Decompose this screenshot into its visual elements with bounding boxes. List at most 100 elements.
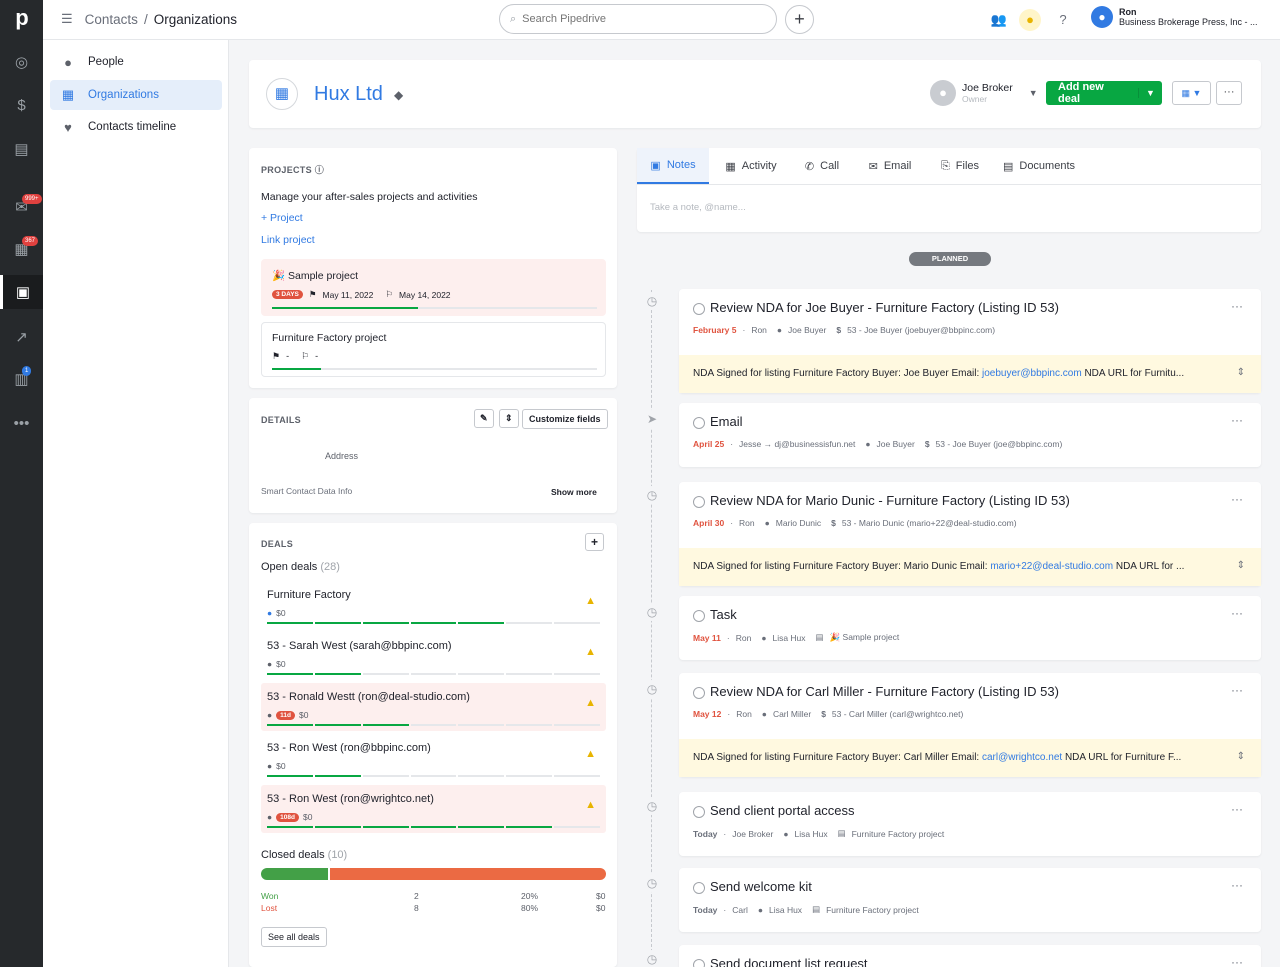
view-switch-button[interactable]: ▦ ▼ [1172,81,1211,105]
activity-card[interactable]: Send document list request ··· [679,945,1261,967]
complete-checkbox[interactable] [693,806,705,818]
user-menu[interactable]: ● Ron Business Brokerage Press, Inc - ..… [1091,6,1258,28]
activity-title[interactable]: Review NDA for Carl Miller - Furniture F… [710,684,1059,699]
deal-row[interactable]: 53 - Ronald Westt (ron@deal-studio.com) ●… [261,683,606,731]
see-all-deals-button[interactable]: See all deals [261,927,327,947]
activity-more-button[interactable]: ··· [1231,413,1243,427]
search-box[interactable]: ⌕ [499,4,777,34]
activity-card[interactable]: Review NDA for Carl Miller - Furniture F… [679,673,1261,777]
add-project-link[interactable]: + Project [261,212,303,224]
expand-icon[interactable]: ⇕ [1237,560,1245,571]
marketplace-icon[interactable]: ▥ 1 [0,362,43,396]
project-card[interactable]: 🎉 Sample project 3 DAYS ⚑ May 11, 2022 ⚐… [261,259,606,316]
note-email-link[interactable]: joebuyer@bbpinc.com [982,368,1082,379]
clipboard-icon[interactable]: ▤ [0,132,43,166]
activity-person[interactable]: Carl Miller [773,709,811,719]
focus-target-icon[interactable]: ◎ [0,45,43,79]
activity-more-button[interactable]: ··· [1231,955,1243,967]
activity-card[interactable]: Send client portal access Today · Joe Broke… [679,792,1261,856]
complete-checkbox[interactable] [693,610,705,622]
expand-icon[interactable]: ⇕ [1237,751,1245,762]
customize-fields-button[interactable]: Customize fields [522,409,608,429]
tab-documents[interactable]: ▤ Documents [994,148,1084,184]
search-input[interactable] [522,13,743,25]
activity-person[interactable]: Lisa Hux [769,905,802,915]
contacts-icon[interactable]: ▣ [0,275,43,309]
org-name[interactable]: Hux Ltd [314,83,383,106]
activity-title[interactable]: Review NDA for Mario Dunic - Furniture F… [710,493,1070,508]
info-icon[interactable]: ⓘ [315,165,324,175]
activity-more-button[interactable]: ··· [1231,492,1243,506]
activity-more-button[interactable]: ··· [1231,878,1243,892]
activity-deal[interactable]: 53 - Carl Miller (carl@wrightco.net) [832,709,963,719]
pipedrive-logo[interactable]: p [10,6,34,30]
note-input[interactable]: Take a note, @name... [650,202,746,213]
activity-person[interactable]: Lisa Hux [772,633,805,643]
add-new-deal-button[interactable]: Add new deal ▼ [1046,81,1162,105]
expand-icon[interactable]: ⇕ [1237,367,1245,378]
activity-card[interactable]: Review NDA for Mario Dunic - Furniture F… [679,482,1261,586]
project-card[interactable]: Furniture Factory project ⚑ - ⚐ - [261,322,606,377]
activity-title[interactable]: Task [710,607,737,622]
help-icon[interactable]: ? [1052,9,1074,31]
activity-title[interactable]: Send welcome kit [710,879,812,894]
activity-card[interactable]: Email April 25 · Jesse → dj@businessisfun.n… [679,403,1261,467]
tab-activity[interactable]: ▦ Activity [711,148,791,184]
tab-files[interactable]: ⎘ Files [929,148,991,184]
lightbulb-icon[interactable]: ● [1019,9,1041,31]
tab-call[interactable]: ✆ Call [792,148,852,184]
activity-project[interactable]: 🎉 Sample project [830,632,900,643]
tab-email[interactable]: ✉ Email [854,148,926,184]
chevron-down-icon[interactable]: ▼ [1138,88,1162,98]
deals-dollar-icon[interactable]: $ [0,88,43,122]
menu-toggle-icon[interactable]: ☰ [61,11,73,27]
more-icon[interactable]: ••• [0,406,43,440]
note-email-link[interactable]: mario+22@deal-studio.com [990,561,1113,572]
calendar-icon[interactable]: ▦ 367 [0,232,43,266]
activity-project[interactable]: Furniture Factory project [852,829,945,839]
activity-more-button[interactable]: ··· [1231,606,1243,620]
complete-checkbox[interactable] [693,303,705,315]
activity-card[interactable]: Send welcome kit Today · Carl ● Lisa Hux ▤ Furn… [679,868,1261,932]
deal-row[interactable]: 53 - Ron West (ron@wrightco.net) ● 108d $0 ▲ [261,785,606,833]
sidebar-item-people[interactable]: ● People [50,47,222,77]
note-email-link[interactable]: carl@wrightco.net [982,752,1062,763]
complete-checkbox[interactable] [693,687,705,699]
activity-more-button[interactable]: ··· [1231,299,1243,313]
complete-checkbox[interactable] [693,882,705,894]
activity-deal[interactable]: 53 - Mario Dunic (mario+22@deal-studio.c… [842,518,1017,528]
activity-deal[interactable]: 53 - Joe Buyer (joe@bbpinc.com) [936,439,1063,449]
team-icon[interactable]: 👥 [988,9,1010,31]
activity-more-button[interactable]: ··· [1231,802,1243,816]
deal-row[interactable]: Furniture Factory ● $0 ▲ [261,581,606,629]
deal-row[interactable]: 53 - Sarah West (sarah@bbpinc.com) ● $0 ▲ [261,632,606,680]
insights-chart-icon[interactable]: ↗ [0,320,43,354]
activity-title[interactable]: Send document list request [710,956,868,967]
tab-notes[interactable]: ▣ Notes [637,148,709,184]
complete-checkbox[interactable] [693,959,705,967]
quick-add-button[interactable]: + [785,5,814,34]
more-options-button[interactable]: ··· [1216,81,1242,105]
activity-deal[interactable]: 53 - Joe Buyer (joebuyer@bbpinc.com) [847,325,995,335]
activity-person[interactable]: Joe Buyer [877,439,915,449]
activity-card[interactable]: Review NDA for Joe Buyer - Furniture Fac… [679,289,1261,393]
activity-person[interactable]: Lisa Hux [795,829,828,839]
activity-title[interactable]: Email [710,414,743,429]
deal-row[interactable]: 53 - Ron West (ron@bbpinc.com) ● $0 ▲ [261,734,606,782]
add-deal-plus-button[interactable]: + [585,533,605,551]
sidebar-item-contacts-timeline[interactable]: ♥ Contacts timeline [50,112,222,142]
reorder-icon[interactable]: ⇕ [499,409,519,428]
activity-card[interactable]: Task May 11 · Ron ● Lisa Hux ▤ 🎉 Sample project… [679,596,1261,660]
inbox-icon[interactable]: ✉ 999+ [0,190,43,224]
sidebar-item-organizations[interactable]: ▦ Organizations [50,80,222,110]
activity-title[interactable]: Send client portal access [710,803,855,818]
link-project-link[interactable]: Link project [261,234,315,246]
show-more-link[interactable]: Show more [551,487,597,497]
tag-icon[interactable]: ◆ [394,88,403,102]
edit-pencil-icon[interactable]: ✎ [474,409,494,428]
activity-title[interactable]: Review NDA for Joe Buyer - Furniture Fac… [710,300,1059,315]
activity-person[interactable]: Mario Dunic [776,518,821,528]
activity-more-button[interactable]: ··· [1231,683,1243,697]
complete-checkbox[interactable] [693,496,705,508]
activity-project[interactable]: Furniture Factory project [826,905,919,915]
